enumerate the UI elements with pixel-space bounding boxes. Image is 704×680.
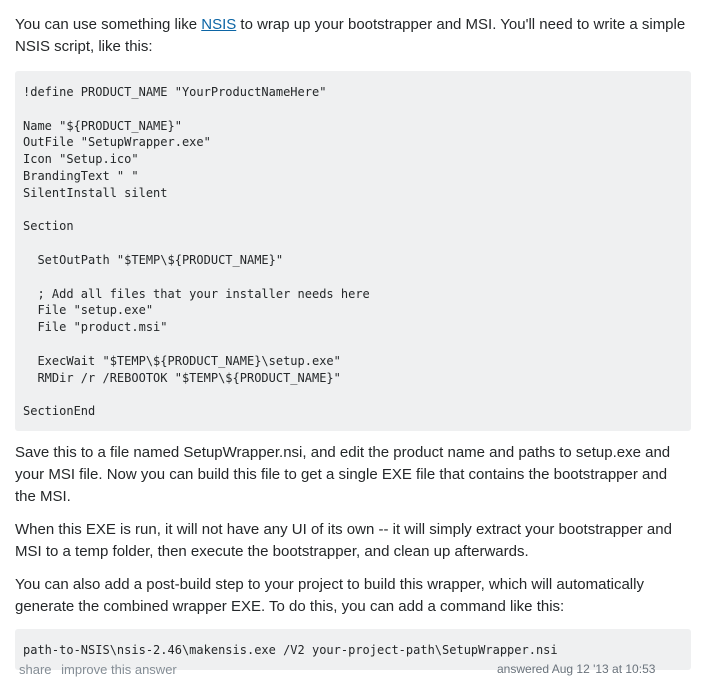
improve-answer-link[interactable]: improve this answer bbox=[61, 662, 177, 677]
nsis-script-code-block: !define PRODUCT_NAME "YourProductNameHer… bbox=[15, 71, 691, 431]
answered-timestamp: answered Aug 12 '13 at 10:53 bbox=[497, 662, 656, 676]
answer-body: You can use something like NSIS to wrap … bbox=[15, 14, 691, 670]
share-link[interactable]: share bbox=[19, 662, 52, 677]
intro-paragraph: You can use something like NSIS to wrap … bbox=[15, 14, 691, 58]
save-paragraph: Save this to a file named SetupWrapper.n… bbox=[15, 443, 671, 505]
intro-text-before: You can use something like bbox=[15, 16, 202, 33]
nsis-link[interactable]: NSIS bbox=[201, 16, 236, 33]
postbuild-paragraph: You can also add a post-build step to yo… bbox=[15, 575, 644, 615]
answer-footer: share improve this answer answered Aug 1… bbox=[19, 662, 679, 680]
run-paragraph: When this EXE is run, it will not have a… bbox=[15, 520, 672, 560]
